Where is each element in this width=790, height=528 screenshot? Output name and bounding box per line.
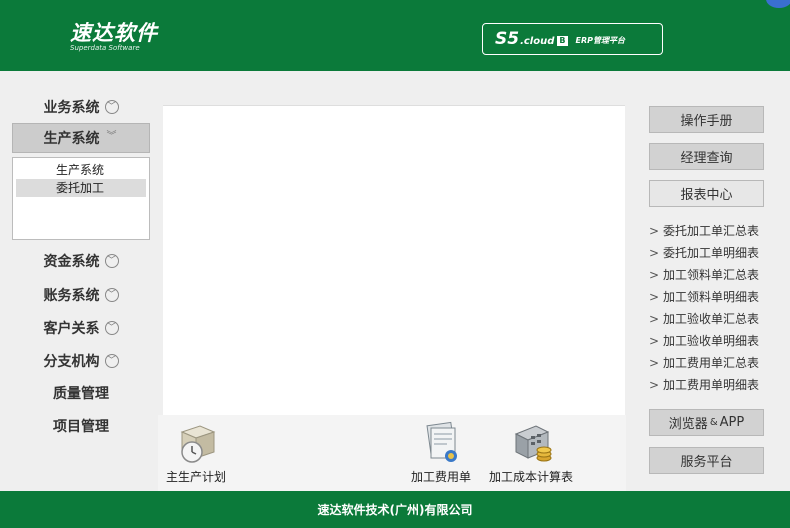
menu-business-system[interactable]: 业务系统 ﹀ <box>12 92 150 122</box>
chevron-right-icon: > <box>649 224 660 238</box>
footer-company-text: 速达软件技术(广州)有限公司 <box>317 503 473 517</box>
report-link[interactable]: > 加工费用单明细表 <box>649 374 784 396</box>
report-link[interactable]: > 委托加工单汇总表 <box>649 220 784 242</box>
product-edition-badge: B <box>557 35 568 46</box>
operation-manual-button[interactable]: 操作手册 <box>649 106 764 133</box>
shortcut-processing-cost-sheet[interactable]: 加工成本计算表 <box>486 418 576 485</box>
shortcut-label: 主生产计划 <box>165 470 226 484</box>
brand-logo: 速达软件 Superdata Software <box>70 22 158 53</box>
shortcut-processing-fee-voucher[interactable]: 加工费用单 <box>408 418 474 485</box>
product-badge: S5 .cloud B ERP管理平台 <box>482 23 663 55</box>
chevron-right-icon: > <box>649 312 660 326</box>
menu-label: 业务系统 <box>43 100 100 116</box>
footer-bar: 速达软件技术(广州)有限公司 <box>0 491 790 528</box>
menu-branch-offices[interactable]: 分支机构 ﹀ <box>12 346 150 376</box>
chevron-down-circle-icon: ﹀ <box>104 321 119 335</box>
submenu-item-production[interactable]: 生产系统 <box>16 161 146 179</box>
service-platform-button[interactable]: 服务平台 <box>649 447 764 474</box>
logo-sub-text: Superdata Software <box>70 44 140 52</box>
header-bar: 速达软件 Superdata Software S5 .cloud B ERP管… <box>0 0 790 71</box>
menu-customer-relations[interactable]: 客户关系 ﹀ <box>12 313 150 343</box>
menu-label: 生产系统 <box>43 131 100 147</box>
report-link[interactable]: > 加工验收单明细表 <box>649 330 784 352</box>
manager-query-button[interactable]: 经理查询 <box>649 143 764 170</box>
menu-label: 质量管理 <box>53 386 109 402</box>
app-label: APP <box>719 415 745 430</box>
browser-app-button[interactable]: 浏览器 & APP <box>649 409 764 436</box>
product-platform-text: ERP管理平台 <box>575 36 626 45</box>
report-link[interactable]: > 加工验收单汇总表 <box>649 308 784 330</box>
menu-label: 资金系统 <box>43 254 100 270</box>
chevron-right-icon: > <box>649 268 660 282</box>
report-link[interactable]: > 加工领料单汇总表 <box>649 264 784 286</box>
report-link[interactable]: > 委托加工单明细表 <box>649 242 784 264</box>
ampersand-label: & <box>709 417 718 428</box>
shortcut-master-production-plan[interactable]: 主生产计划 <box>163 418 229 485</box>
menu-quality-management[interactable]: 质量管理 <box>12 378 150 408</box>
menu-label: 项目管理 <box>53 419 109 435</box>
menu-label: 客户关系 <box>43 321 100 337</box>
document-stack-icon <box>426 421 457 462</box>
chevron-down-circle-icon: ﹀ <box>104 254 119 268</box>
menu-label: 分支机构 <box>43 354 100 370</box>
shortcut-label: 加工成本计算表 <box>488 470 573 484</box>
calculator-coins-icon <box>514 425 552 462</box>
report-link[interactable]: > 加工费用单汇总表 <box>649 352 784 374</box>
report-link[interactable]: > 加工领料单明细表 <box>649 286 784 308</box>
production-submenu: 生产系统 委托加工 <box>12 157 150 240</box>
chevron-down-circle-icon: ﹀ <box>104 100 119 114</box>
report-list: > 委托加工单汇总表 > 委托加工单明细表 > 加工领料单汇总表 > 加工领料单明细表 … <box>649 220 784 396</box>
chevron-down-double-icon: ︾ <box>106 131 117 142</box>
menu-label: 账务系统 <box>43 288 100 304</box>
submenu-item-outsourcing[interactable]: 委托加工 <box>16 179 146 197</box>
corner-decoration-icon <box>766 0 790 8</box>
chevron-down-circle-icon: ﹀ <box>104 354 119 368</box>
menu-production-system[interactable]: 生产系统 ︾ <box>12 123 150 153</box>
chevron-right-icon: > <box>649 290 660 304</box>
product-name: S5 <box>495 29 520 49</box>
menu-accounting-system[interactable]: 账务系统 ﹀ <box>12 280 150 310</box>
report-center-button[interactable]: 报表中心 <box>649 180 764 207</box>
chevron-right-icon: > <box>649 356 660 370</box>
logo-main-text: 速达软件 <box>70 21 158 45</box>
menu-funds-system[interactable]: 资金系统 ﹀ <box>12 246 150 276</box>
chevron-right-icon: > <box>649 378 660 392</box>
browser-label: 浏览器 <box>668 417 708 432</box>
chevron-right-icon: > <box>649 334 660 348</box>
chevron-right-icon: > <box>649 246 660 260</box>
shortcut-label: 加工费用单 <box>410 470 471 484</box>
app-frame: 速达软件 Superdata Software S5 .cloud B ERP管… <box>0 0 790 528</box>
chevron-down-circle-icon: ﹀ <box>104 288 119 302</box>
menu-project-management[interactable]: 项目管理 <box>12 411 150 441</box>
product-cloud: .cloud <box>520 35 555 47</box>
clock-box-icon <box>180 425 216 463</box>
